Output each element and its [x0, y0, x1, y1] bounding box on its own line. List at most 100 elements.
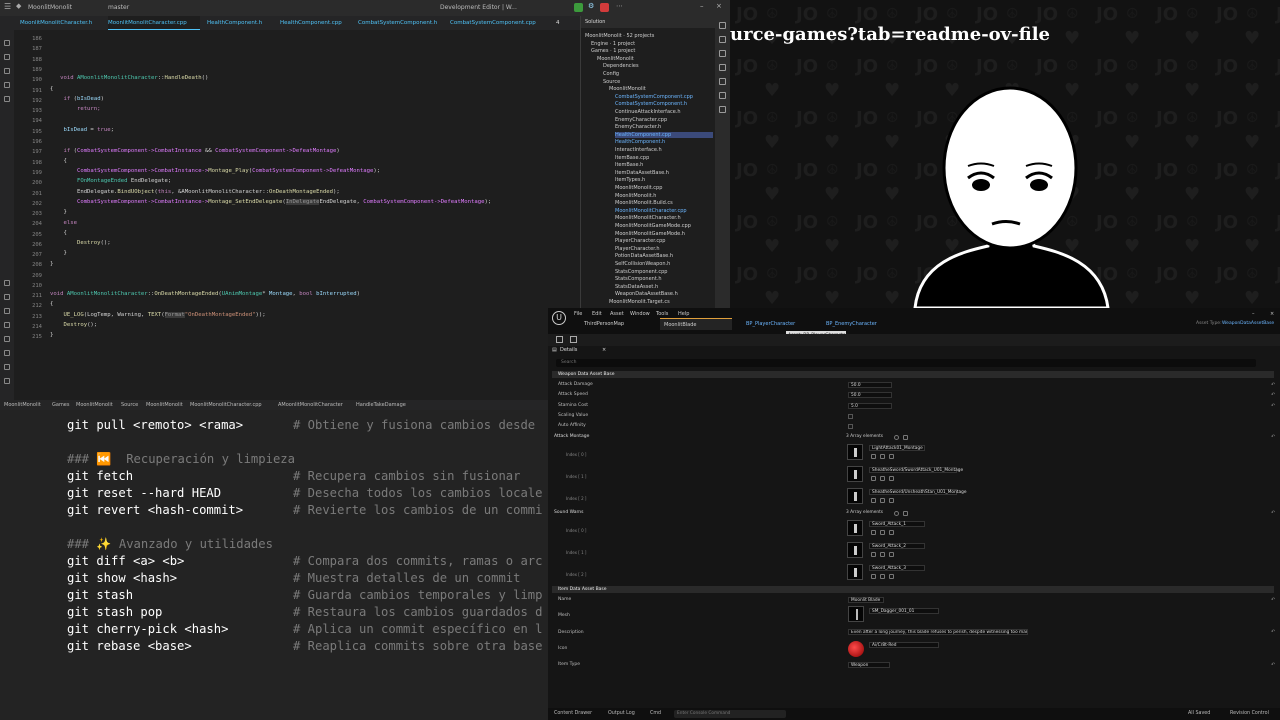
breadcrumb-item[interactable]: MoonlitMonolit [146, 402, 183, 408]
help-icon[interactable] [4, 378, 10, 384]
menu-tools[interactable]: Tools [656, 311, 668, 317]
arrow-icon[interactable] [871, 530, 876, 535]
structure-icon[interactable] [719, 106, 726, 113]
solution-tree-item[interactable]: HealthComponent.cpp [615, 131, 713, 138]
attack-speed-field[interactable]: 50.0 [848, 392, 892, 398]
asset-thumbnail[interactable] [847, 520, 863, 536]
icon-thumbnail[interactable] [848, 641, 864, 657]
explorer-icon[interactable] [4, 40, 10, 46]
use-icon[interactable] [889, 530, 894, 535]
solution-tree-item[interactable]: EnemyCharacter.h [615, 124, 661, 130]
solution-tree-item[interactable]: Games · 1 project [591, 48, 635, 54]
solution-tree-item[interactable]: ItemTypes.h [615, 177, 645, 183]
breadcrumb-item[interactable]: MoonlitMonolitCharacter.cpp [190, 402, 262, 408]
close-icon[interactable]: × [1270, 311, 1274, 317]
git-icon[interactable] [719, 36, 726, 43]
add-icon[interactable] [894, 511, 899, 516]
breadcrumb-item[interactable]: Games [52, 402, 70, 408]
all-saved-status[interactable]: All Saved [1188, 711, 1210, 716]
hamburger-icon[interactable]: ☰ [4, 2, 11, 11]
notifications-icon[interactable] [4, 336, 10, 342]
close-icon[interactable]: × [602, 347, 606, 353]
minimize-icon[interactable]: – [700, 2, 704, 10]
details-search-input[interactable]: Search [556, 359, 1256, 367]
solution-tree-item[interactable]: InteractInterface.h [615, 147, 662, 153]
breadcrumb-item[interactable]: HandleTakeDamage [356, 402, 406, 408]
section-weapon-data[interactable]: Weapon Data Asset Base [552, 371, 1274, 378]
reset-icon[interactable]: ↶ [1271, 434, 1275, 440]
revision-control-button[interactable]: Revision Control [1230, 711, 1269, 716]
solution-tree-item[interactable]: MoonlitMonolit.Build.cs [615, 200, 673, 206]
solution-tree-item[interactable]: MoonlitMonolit.Target.cs [609, 299, 670, 305]
asset-thumbnail[interactable] [847, 542, 863, 558]
solution-tree-item[interactable]: WeaponDataAssetBase.h [615, 291, 678, 297]
delete-icon[interactable] [903, 511, 908, 516]
solution-tree-item[interactable]: PlayerCharacter.cpp [615, 238, 665, 244]
solution-tree-item[interactable]: StatsComponent.cpp [615, 269, 667, 275]
reset-icon[interactable]: ↶ [1271, 392, 1275, 398]
sound-warns-label[interactable]: Sound Warns [554, 510, 584, 515]
delete-icon[interactable] [903, 435, 908, 440]
debug-icon[interactable] [4, 82, 10, 88]
terminal-icon[interactable] [4, 280, 10, 286]
use-icon[interactable] [889, 454, 894, 459]
close-icon[interactable]: × [716, 2, 722, 10]
auto-affinity-checkbox[interactable] [848, 424, 853, 429]
extensions-icon[interactable] [4, 96, 10, 102]
section-item-data[interactable]: Item Data Asset Base [552, 586, 1274, 593]
git-icon[interactable] [4, 68, 10, 74]
solution-tree-item[interactable]: EnemyCharacter.cpp [615, 117, 667, 123]
solution-tree-item[interactable]: SelfCollisionWeapon.h [615, 261, 670, 267]
solution-tree-item[interactable]: StatsDataAsset.h [615, 284, 658, 290]
asset-thumbnail[interactable] [847, 564, 863, 580]
explorer-icon[interactable] [719, 50, 726, 57]
tab-bp-enemy-character[interactable]: BP_EnemyCharacter [822, 318, 898, 330]
problems-icon[interactable] [4, 294, 10, 300]
stop-button[interactable] [600, 3, 609, 12]
solution-tree-item[interactable]: MoonlitMonolit · 52 projects [585, 33, 654, 39]
profiler-icon[interactable] [719, 92, 726, 99]
breadcrumb-item[interactable]: MoonlitMonolit [4, 402, 41, 408]
browse-icon[interactable] [880, 574, 885, 579]
menu-edit[interactable]: Edit [592, 311, 602, 317]
scaling-value-checkbox[interactable] [848, 414, 853, 419]
tab-bp-player-character[interactable]: BP_PlayerCharacter [742, 318, 818, 330]
tab-character-cpp[interactable]: MoonlitMonolitCharacter.cpp [108, 16, 200, 30]
database-icon[interactable] [719, 22, 726, 29]
menu-help[interactable]: Help [678, 311, 689, 317]
menu-window[interactable]: Window [630, 311, 650, 317]
name-field[interactable]: Moonlit Blade [848, 597, 884, 603]
solution-tree-item[interactable]: Config [603, 71, 619, 77]
solution-tree-item[interactable]: MoonlitMonolit.cpp [615, 185, 662, 191]
database-icon[interactable] [719, 64, 726, 71]
solution-tree-item[interactable]: ItemDataAssetBase.h [615, 170, 669, 176]
use-icon[interactable] [889, 476, 894, 481]
browse-icon[interactable] [570, 336, 577, 343]
tab-combat-cpp[interactable]: CombatSystemComponent.cpp [450, 16, 544, 30]
solution-tree-item[interactable]: MoonlitMonolitGameMode.h [615, 231, 685, 237]
solution-tree-item[interactable]: ItemBase.h [615, 162, 643, 168]
tab-health-h[interactable]: HealthComponent.h [207, 16, 277, 30]
settings-icon[interactable] [4, 322, 10, 328]
cmd-dropdown[interactable]: Cmd [650, 711, 661, 716]
solution-tree-item[interactable]: ItemBase.cpp [615, 155, 649, 161]
search-icon[interactable] [4, 54, 10, 60]
tab-combat-h[interactable]: CombatSystemComponent.h [358, 16, 446, 30]
arrow-icon[interactable] [871, 454, 876, 459]
solution-tree-item[interactable]: HealthComponent.h [615, 139, 665, 145]
breadcrumb-item[interactable]: AMoonlitMonolitCharacter [278, 402, 343, 408]
solution-tree-item[interactable]: MoonlitMonolit.h [615, 193, 656, 199]
branch-name[interactable]: master [108, 4, 129, 11]
item-type-select[interactable]: Weapon [848, 662, 890, 668]
menu-file[interactable]: File [574, 311, 582, 317]
description-field[interactable]: Even after a long journey, this blade re… [848, 629, 1028, 635]
build-icon[interactable] [4, 350, 10, 356]
solution-tree-item[interactable]: Source [603, 79, 620, 85]
reset-icon[interactable]: ↶ [1271, 597, 1275, 603]
code-area[interactable]: void AMoonlitMonolitCharacter::HandleDea… [50, 30, 580, 400]
browse-icon[interactable] [880, 454, 885, 459]
solution-tree-item[interactable]: PotionDataAssetBase.h [615, 253, 673, 259]
arrow-icon[interactable] [871, 574, 876, 579]
arrow-icon[interactable] [871, 476, 876, 481]
attack-damage-field[interactable]: 50.0 [848, 382, 892, 388]
